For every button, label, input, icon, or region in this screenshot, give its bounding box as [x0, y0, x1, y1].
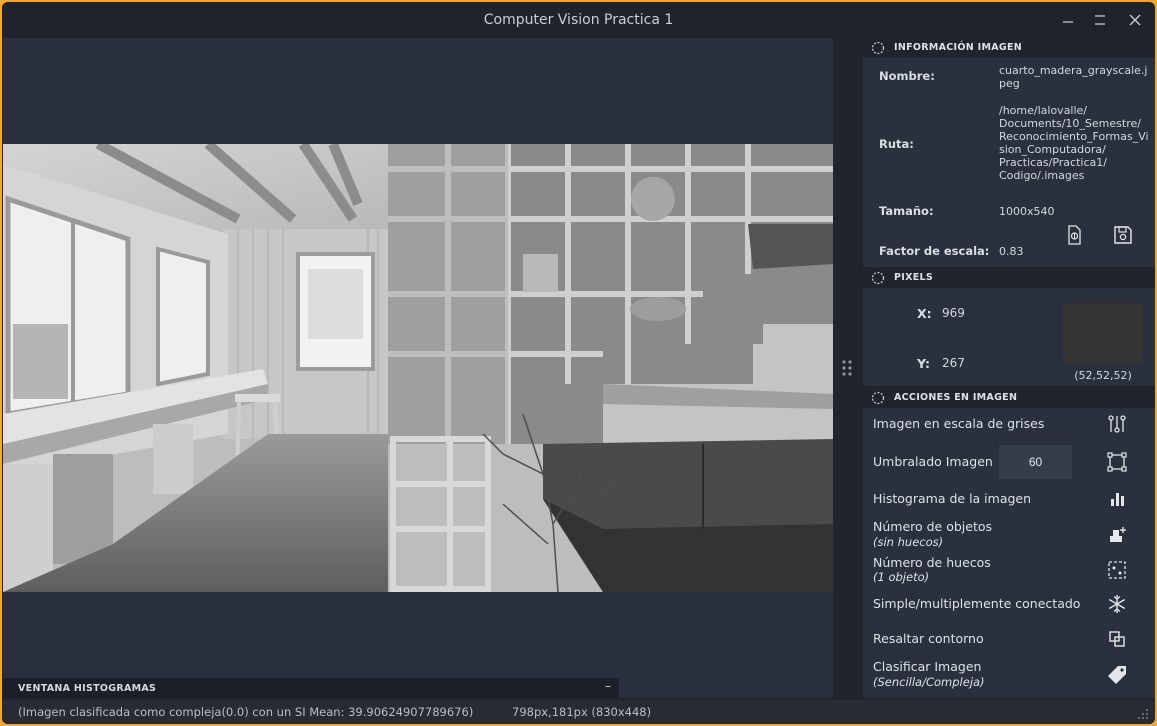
pixel-x-label: X:	[917, 306, 932, 321]
snowflake-icon[interactable]	[1106, 593, 1128, 615]
pixel-y-label: Y:	[917, 356, 930, 371]
ruta-label: Ruta:	[879, 137, 914, 151]
info-panel-title: INFORMACIÓN IMAGEN	[894, 42, 1022, 53]
classify-action-label: Clasificar Imagen	[873, 659, 982, 674]
app-window: Computer Vision Practica 1 VENTANA HISTO…	[2, 2, 1155, 724]
minimize-icon[interactable]	[1059, 11, 1077, 29]
close-icon[interactable]	[1126, 11, 1144, 29]
grayscale-room-image[interactable]	[3, 144, 833, 592]
histogram-minimize-button[interactable]: –	[605, 679, 611, 693]
pixels-panel-header[interactable]: PIXELS	[863, 268, 1155, 288]
connected-action-label: Simple/multiplemente conectado	[873, 596, 1081, 611]
histogram-window-title: VENTANA HISTOGRAMAS	[18, 683, 157, 694]
pixel-y-value: 267	[942, 356, 965, 370]
status-message: (Imagen clasificada como compleja(0.0) c…	[18, 705, 474, 719]
actions-panel-title: ACCIONES EN IMAGEN	[894, 392, 1018, 403]
splitter-handle-icon[interactable]	[840, 358, 854, 378]
bar-chart-icon[interactable]	[1106, 488, 1128, 510]
pixels-panel-title: PIXELS	[894, 272, 934, 283]
dashed-circle-icon	[871, 271, 885, 285]
status-dimensions: 798px,181px (830x448)	[512, 705, 652, 719]
threshold-icon[interactable]	[1106, 451, 1128, 473]
tamano-value: 1000x540	[999, 205, 1055, 218]
tamano-label: Tamaño:	[879, 204, 934, 218]
pixel-color-swatch	[1063, 303, 1143, 363]
resize-grip-icon[interactable]	[1137, 708, 1149, 720]
objects-action-sub: (sin huecos)	[873, 535, 944, 549]
nombre-label: Nombre:	[879, 69, 935, 83]
pixel-rgb-value: (52,52,52)	[1074, 369, 1132, 382]
classify-action-sub: (Sencilla/Compleja)	[873, 675, 985, 689]
info-panel-header[interactable]: INFORMACIÓN IMAGEN	[863, 38, 1155, 58]
title-bar: Computer Vision Practica 1	[2, 2, 1155, 38]
grayscale-icon[interactable]	[1106, 413, 1128, 435]
actions-panel-header[interactable]: ACCIONES EN IMAGEN	[863, 388, 1155, 408]
contour-icon[interactable]	[1106, 628, 1128, 650]
dashed-circle-icon	[871, 41, 885, 55]
dashed-circle-icon	[871, 391, 885, 405]
holes-icon[interactable]	[1106, 559, 1128, 581]
grayscale-action-label: Imagen en escala de grises	[873, 416, 1045, 431]
holes-action-sub: (1 objeto)	[873, 570, 930, 584]
status-bar: (Imagen clasificada como compleja(0.0) c…	[2, 700, 1155, 724]
nombre-value: cuarto_madera_grayscale.j peg	[999, 64, 1148, 90]
factor-value: 0.83	[999, 245, 1024, 258]
save-icon[interactable]	[1112, 224, 1134, 246]
ruta-value: /home/lalovalle/Documents/10_Semestre/Re…	[999, 104, 1149, 182]
threshold-action-label: Umbralado Imagen	[873, 454, 993, 469]
factor-label: Factor de escala:	[879, 244, 990, 258]
tag-icon[interactable]	[1106, 664, 1128, 686]
objects-icon[interactable]	[1106, 524, 1128, 546]
threshold-input[interactable]	[999, 445, 1072, 479]
pixel-x-value: 969	[942, 306, 965, 320]
histogram-action-label: Histograma de la imagen	[873, 491, 1032, 506]
maximize-icon[interactable]	[1091, 11, 1109, 29]
objects-action-label: Número de objetos	[873, 519, 993, 534]
scan-icon[interactable]	[1063, 224, 1085, 246]
holes-action-label: Número de huecos	[873, 555, 991, 570]
histogram-window-bar[interactable]: VENTANA HISTOGRAMAS –	[3, 678, 619, 698]
image-viewer[interactable]	[3, 38, 833, 698]
contour-action-label: Resaltar contorno	[873, 631, 984, 646]
window-title: Computer Vision Practica 1	[483, 12, 674, 28]
